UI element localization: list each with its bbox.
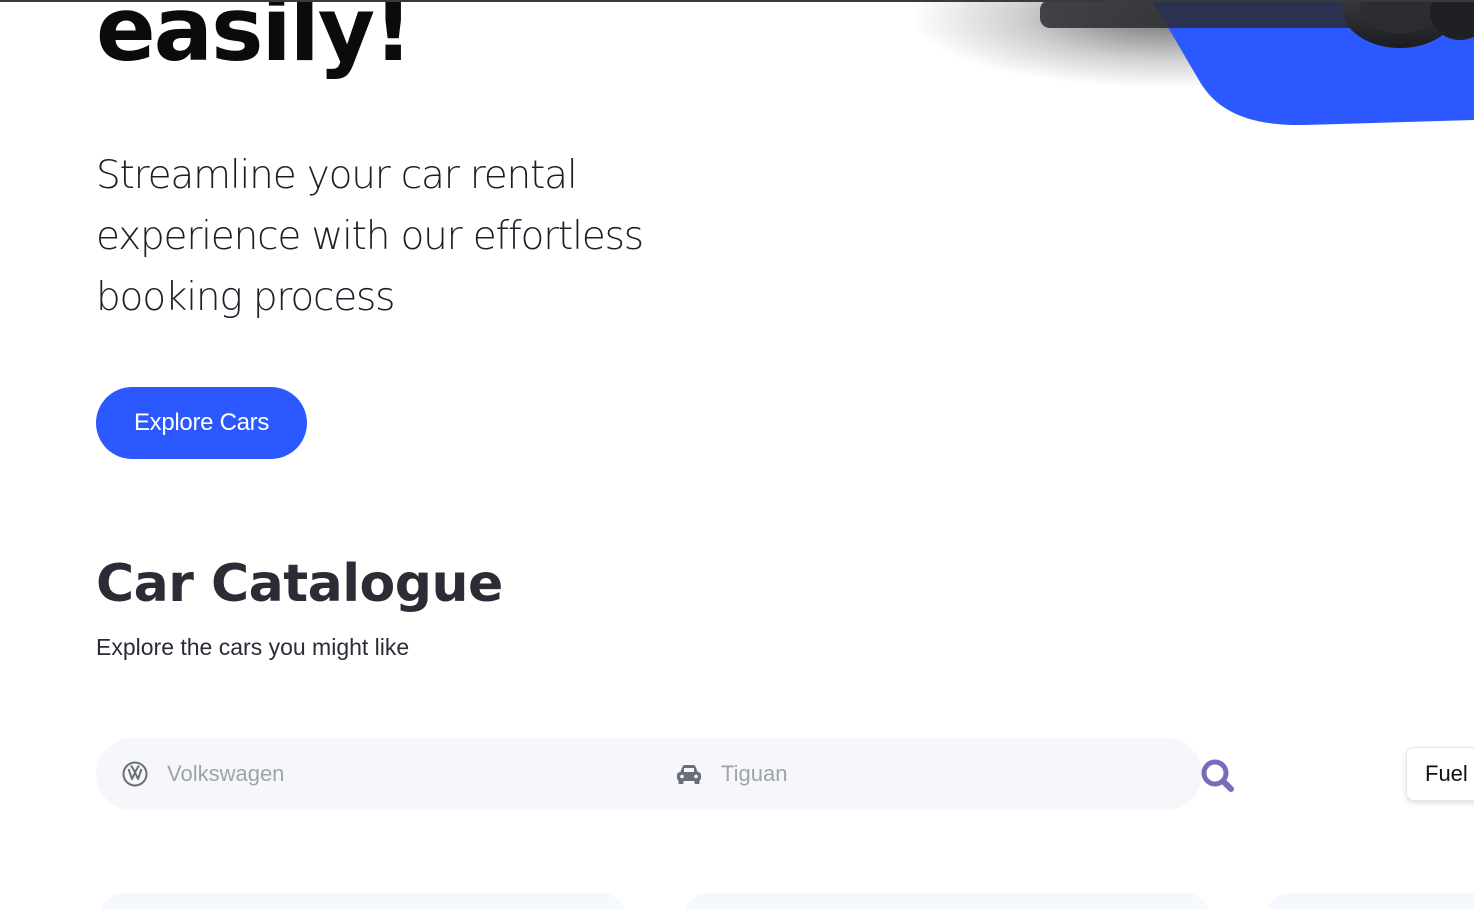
manufacturer-search-field[interactable] [120,738,640,810]
page: easily! Streamline your car rental exper… [0,0,1474,909]
car-card[interactable] [1266,893,1474,909]
hero-subtitle: Streamline your car rental experience wi… [96,153,644,320]
manufacturer-input[interactable] [167,761,567,787]
volkswagen-logo-icon [120,759,150,789]
fuel-filter-label: Fuel [1425,761,1468,786]
search-bar [96,738,1202,810]
fuel-filter-dropdown[interactable]: Fuel [1406,747,1474,801]
model-input[interactable] [721,761,1121,787]
catalogue-title: Car Catalogue [96,554,503,614]
car-card[interactable] [100,893,626,909]
search-submit-button[interactable] [1196,754,1238,796]
model-search-field[interactable] [674,738,1154,810]
explore-cars-button[interactable]: Explore Cars [96,387,307,459]
browser-top-border [0,0,1474,2]
catalogue-subtitle: Explore the cars you might like [96,634,410,660]
car-icon [674,759,704,789]
hero-car-image [910,0,1474,126]
car-card[interactable] [684,893,1210,909]
hero-title: easily! [96,0,413,81]
magnifying-glass-icon [1201,759,1234,792]
